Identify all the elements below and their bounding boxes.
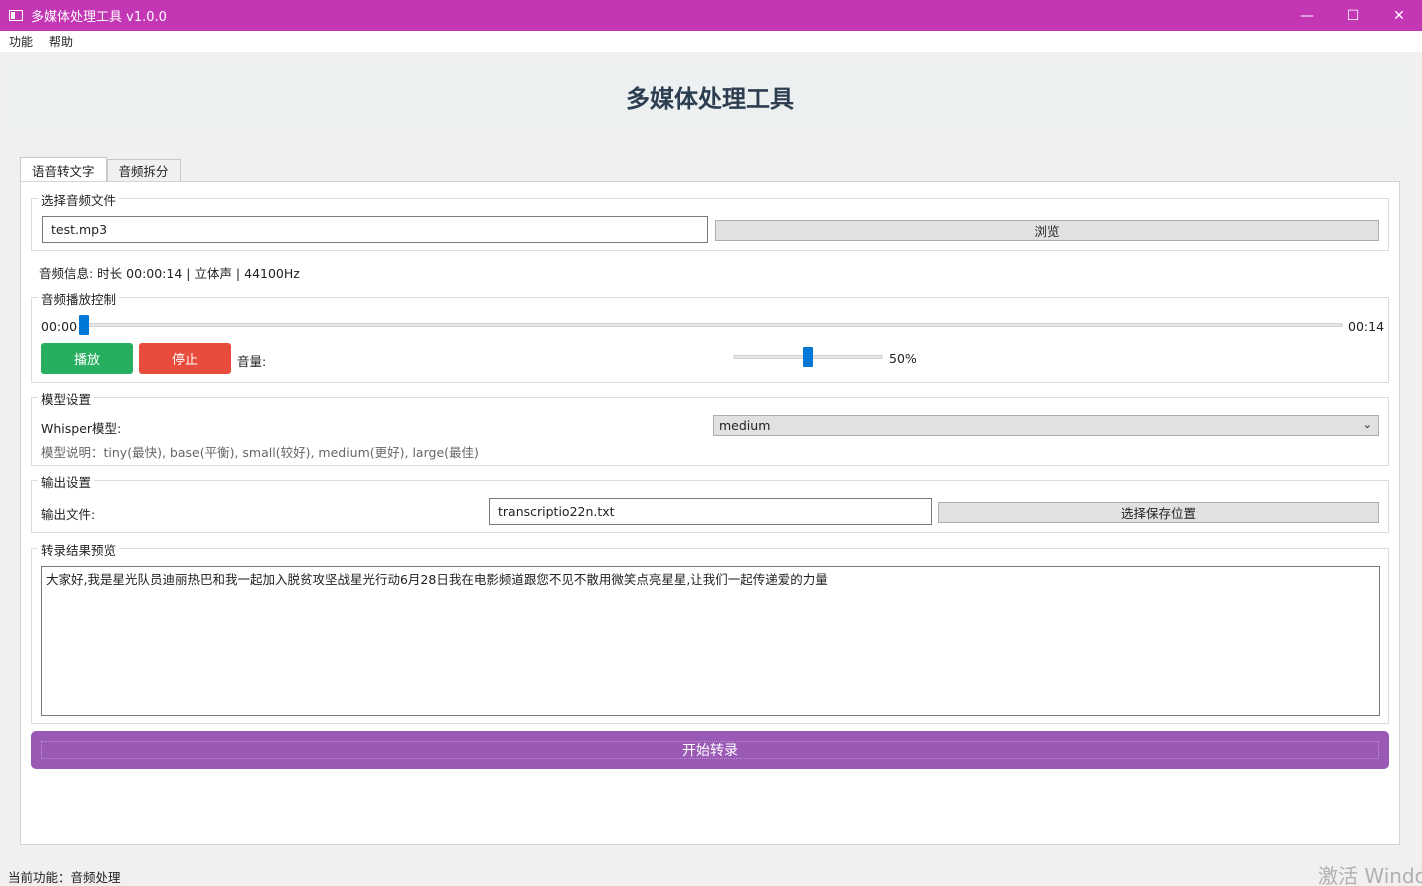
file-group: 选择音频文件 test.mp3 浏览: [31, 190, 1389, 251]
output-group-title: 输出设置: [38, 472, 95, 491]
playback-group: 音频播放控制 00:00 00:14 播放 停止 音量: 50%: [31, 289, 1389, 383]
chevron-down-icon: ⌄: [1362, 418, 1372, 431]
start-transcription-button[interactable]: 开始转录: [31, 731, 1389, 769]
volume-slider-thumb[interactable]: [803, 347, 813, 367]
focus-ring: [41, 741, 1379, 759]
model-group: 模型设置 Whisper模型: medium ⌄ 模型说明：tiny(最快), …: [31, 389, 1389, 466]
volume-label: 音量:: [237, 354, 267, 369]
tab-bar: 语音转文字 音频拆分: [20, 157, 181, 182]
model-description: 模型说明：tiny(最快), base(平衡), small(较好), medi…: [41, 445, 479, 460]
whisper-model-label: Whisper模型:: [41, 421, 122, 436]
choose-save-location-button[interactable]: 选择保存位置: [938, 502, 1379, 523]
app-icon: [9, 10, 23, 21]
page-title: 多媒体处理工具: [626, 85, 794, 113]
transcription-preview[interactable]: 大家好,我是星光队员迪丽热巴和我一起加入脱贫攻坚战星光行动6月28日我在电影频道…: [41, 566, 1380, 716]
output-file-input[interactable]: transcriptio22n.txt: [489, 498, 932, 525]
stop-button[interactable]: 停止: [139, 343, 231, 374]
audio-file-input[interactable]: test.mp3: [42, 216, 708, 243]
header-banner: 多媒体处理工具: [10, 62, 1410, 131]
model-group-title: 模型设置: [38, 389, 95, 408]
menu-bar: 功能 帮助: [0, 31, 1422, 52]
close-icon[interactable]: ✕: [1376, 0, 1422, 31]
activation-watermark: 激活 Windows: [1318, 864, 1422, 886]
preview-group-title: 转录结果预览: [38, 540, 120, 559]
maximize-icon[interactable]: ☐: [1330, 0, 1376, 31]
window-controls: — ☐ ✕: [1284, 0, 1422, 31]
status-bar: 当前功能：音频处理: [0, 866, 1422, 886]
title-bar: 多媒体处理工具 v1.0.0 — ☐ ✕: [0, 0, 1422, 31]
status-text: 当前功能：音频处理: [8, 869, 121, 885]
play-button[interactable]: 播放: [41, 343, 133, 374]
output-group: 输出设置 输出文件: transcriptio22n.txt 选择保存位置: [31, 472, 1389, 533]
file-group-title: 选择音频文件: [38, 190, 120, 209]
menu-help[interactable]: 帮助: [49, 33, 73, 50]
whisper-model-select[interactable]: medium ⌄: [713, 415, 1379, 436]
minimize-icon[interactable]: —: [1284, 0, 1330, 31]
total-time: 00:14: [1348, 319, 1385, 334]
output-file-label: 输出文件:: [41, 507, 96, 522]
tab-audio-split[interactable]: 音频拆分: [106, 159, 181, 181]
current-time: 00:00: [41, 319, 78, 334]
volume-value: 50%: [889, 351, 917, 366]
progress-slider-thumb[interactable]: [79, 315, 89, 335]
browse-button[interactable]: 浏览: [715, 220, 1379, 241]
window-title: 多媒体处理工具 v1.0.0: [31, 10, 167, 25]
tab-speech-to-text[interactable]: 语音转文字: [20, 157, 107, 182]
audio-info: 音频信息: 时长 00:00:14 | 立体声 | 44100Hz: [39, 266, 300, 281]
playback-group-title: 音频播放控制: [38, 289, 120, 308]
preview-group: 转录结果预览 大家好,我是星光队员迪丽热巴和我一起加入脱贫攻坚战星光行动6月28…: [31, 540, 1389, 724]
whisper-model-value: medium: [719, 418, 771, 433]
progress-slider-track[interactable]: [79, 323, 1343, 327]
menu-function[interactable]: 功能: [9, 33, 33, 50]
tab-panel: 选择音频文件 test.mp3 浏览 音频信息: 时长 00:00:14 | 立…: [20, 181, 1400, 845]
